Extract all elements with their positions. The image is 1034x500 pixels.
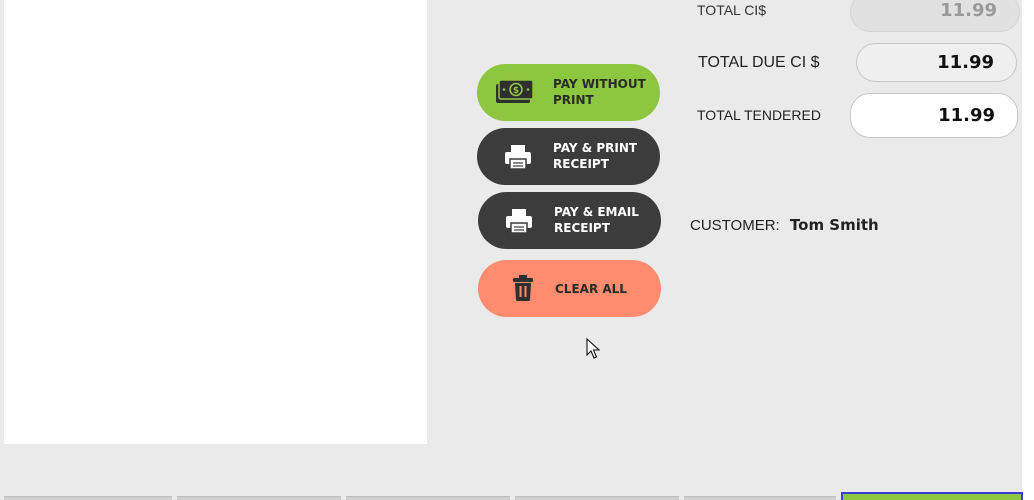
pay-print-receipt-button[interactable]: PAY & PRINT RECEIPT	[477, 128, 660, 185]
total-ci-label: TOTAL CI$	[697, 2, 766, 18]
total-due-label: TOTAL DUE CI $	[698, 54, 820, 71]
trash-icon	[512, 274, 534, 302]
customer-info: CUSTOMER: Tom Smith	[690, 216, 879, 234]
bottom-tab-3[interactable]	[346, 496, 510, 500]
pay-email-receipt-label: PAY & EMAIL RECEIPT	[554, 205, 639, 235]
bottom-tab-5[interactable]	[684, 496, 836, 500]
clear-all-label: CLEAR ALL	[555, 282, 627, 296]
pay-without-print-label: PAY WITHOUT PRINT	[553, 77, 646, 107]
total-due-field: 11.99	[856, 43, 1017, 82]
clear-all-button[interactable]: CLEAR ALL	[478, 260, 661, 317]
printer-icon	[504, 206, 534, 236]
pay-without-print-button[interactable]: $ PAY WITHOUT PRINT	[477, 64, 660, 121]
bottom-tab-4[interactable]	[515, 496, 679, 500]
pay-email-receipt-button[interactable]: PAY & EMAIL RECEIPT	[478, 192, 661, 249]
bottom-tab-2[interactable]	[177, 496, 341, 500]
receipt-panel	[4, 0, 427, 444]
pay-print-receipt-label: PAY & PRINT RECEIPT	[553, 141, 638, 171]
svg-text:$: $	[513, 86, 519, 96]
total-tendered-input[interactable]: 11.99	[850, 93, 1018, 138]
pos-payment-screen: $ PAY WITHOUT PRINT PAY & PRINT RECEIPT	[0, 0, 1034, 500]
cash-icon: $	[493, 78, 535, 106]
printer-icon	[503, 142, 533, 172]
customer-label: CUSTOMER:	[690, 217, 780, 234]
bottom-tab-1[interactable]	[4, 496, 172, 500]
total-tendered-label: TOTAL TENDERED	[697, 107, 821, 123]
right-side-panel-edge	[1022, 0, 1034, 500]
customer-name: Tom Smith	[789, 216, 879, 234]
bottom-tab-active[interactable]	[841, 492, 1023, 500]
total-ci-field: 11.99	[850, 0, 1020, 32]
mouse-cursor-icon	[586, 337, 601, 365]
